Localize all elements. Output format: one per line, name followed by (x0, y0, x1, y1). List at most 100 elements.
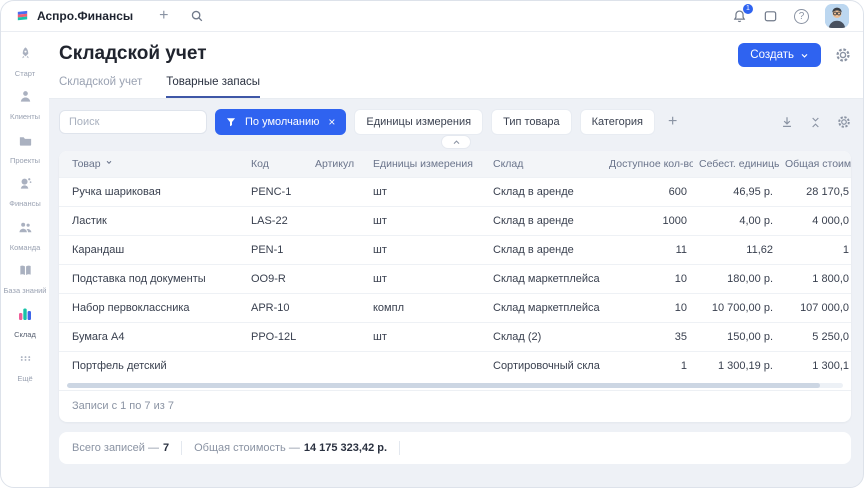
cell-unit-cost: 10 700,00 р. (693, 302, 779, 314)
filter-chip-category[interactable]: Категория (580, 109, 655, 135)
cell-qty: 1 (603, 360, 693, 372)
summary-divider (181, 441, 182, 455)
warehouse-icon (17, 306, 33, 327)
column-header-unit-cost[interactable]: Себест. единицы (693, 158, 779, 170)
cell-qty: 10 (603, 302, 693, 314)
chevron-down-icon (800, 51, 809, 60)
tab-warehouse-accounting[interactable]: Складской учет (59, 76, 142, 98)
sidebar-item-warehouse[interactable]: Склад (1, 306, 49, 339)
finance-icon (18, 176, 33, 196)
topbar: Аспро.Финансы + 1 ? (1, 1, 863, 32)
cell-warehouse: Склад маркетплейса (487, 273, 603, 285)
chevron-up-icon (452, 138, 461, 147)
add-icon[interactable]: + (159, 8, 168, 24)
sidebar-item-start[interactable]: Старт (1, 46, 49, 78)
cell-total-cost: 1 800,0 (779, 273, 851, 285)
cell-unit-cost: 1 300,19 р. (693, 360, 779, 372)
column-header-unit[interactable]: Единицы измерения (367, 158, 487, 170)
table-settings-gear-icon[interactable] (837, 115, 851, 129)
sort-chevron-icon[interactable] (105, 158, 113, 166)
cell-total-cost: 5 250,0 (779, 331, 851, 343)
search-input[interactable] (59, 110, 207, 134)
sidebar-item-label: База знаний (4, 286, 47, 295)
sidebar-item-label: Клиенты (10, 112, 40, 121)
scrollbar-thumb[interactable] (67, 383, 820, 388)
column-header-code[interactable]: Код (245, 158, 309, 170)
add-filter-icon[interactable]: + (668, 113, 677, 131)
cell-product: Карандаш (59, 244, 245, 256)
filter-chip-product-type[interactable]: Тип товара (491, 109, 572, 135)
total-records: Всего записей —7 (72, 442, 169, 454)
inventory-table-card: Товар Код Артикул Единицы измерения Скла… (59, 151, 851, 422)
cell-unit: шт (367, 273, 487, 285)
filter-chip-units[interactable]: Единицы измерения (354, 109, 483, 135)
clients-icon (18, 89, 33, 109)
cell-qty: 11 (603, 244, 693, 256)
remove-filter-icon[interactable]: × (328, 115, 335, 129)
app-window: Аспро.Финансы + 1 ? Старт (0, 0, 864, 488)
total-records-value: 7 (163, 442, 169, 454)
page-title: Складской учет (59, 43, 207, 65)
knowledge-base-icon (18, 263, 33, 283)
cell-warehouse: Склад (2) (487, 331, 603, 343)
cell-code: PENC-1 (245, 186, 309, 198)
search-icon[interactable] (190, 9, 204, 23)
sidebar-item-projects[interactable]: Проекты (1, 133, 49, 165)
sidebar-item-clients[interactable]: Клиенты (1, 89, 49, 121)
create-button[interactable]: Создать (738, 43, 821, 67)
cell-product: Подставка под документы (59, 273, 245, 285)
table-row[interactable]: Портфель детский Сортировочный скла 1 1 … (59, 351, 851, 380)
tabs: Складской учет Товарные запасы (59, 76, 851, 98)
total-cost-label: Общая стоимость — (194, 442, 300, 454)
table-header-row: Товар Код Артикул Единицы измерения Скла… (59, 151, 851, 177)
cell-unit: шт (367, 244, 487, 256)
chat-icon[interactable] (763, 9, 778, 24)
column-header-total-cost[interactable]: Общая стоим (779, 158, 851, 170)
cell-warehouse: Склад в аренде (487, 215, 603, 227)
sidebar-item-knowledge-base[interactable]: База знаний (1, 263, 49, 295)
tab-inventory[interactable]: Товарные запасы (166, 76, 260, 98)
settings-gear-icon[interactable] (835, 47, 851, 63)
table-row[interactable]: Подставка под документы OO9-R шт Склад м… (59, 264, 851, 293)
records-info: Записи с 1 по 7 из 7 (59, 390, 851, 422)
avatar[interactable] (825, 4, 849, 28)
cell-product: Ручка шариковая (59, 186, 245, 198)
cell-total-cost: 28 170,5 (779, 186, 851, 198)
notifications-bell-icon[interactable]: 1 (732, 9, 747, 24)
collapse-filters-button[interactable] (441, 135, 471, 149)
cell-code: OO9-R (245, 273, 309, 285)
cell-unit-cost: 46,95 р. (693, 186, 779, 198)
table-row[interactable]: Набор первоклассника APR-10 компл Склад … (59, 293, 851, 322)
funnel-icon (226, 117, 236, 127)
summary-divider (399, 441, 400, 455)
sidebar-item-finance[interactable]: Финансы (1, 176, 49, 208)
column-header-product[interactable]: Товар (59, 158, 245, 170)
app-name: Аспро.Финансы (37, 9, 133, 23)
cell-unit-cost: 4,00 р. (693, 215, 779, 227)
table-row[interactable]: Карандаш PEN-1 шт Склад в аренде 11 11,6… (59, 235, 851, 264)
table-row[interactable]: Бумага А4 PPO-12L шт Склад (2) 35 150,00… (59, 322, 851, 351)
horizontal-scrollbar[interactable] (67, 383, 843, 388)
column-header-warehouse[interactable]: Склад (487, 158, 603, 170)
table-row[interactable]: Ручка шариковая PENC-1 шт Склад в аренде… (59, 177, 851, 206)
cell-qty: 10 (603, 273, 693, 285)
create-button-label: Создать (750, 49, 794, 61)
table-row[interactable]: Ластик LAS-22 шт Склад в аренде 1000 4,0… (59, 206, 851, 235)
column-header-qty[interactable]: Доступное кол-во (603, 158, 693, 170)
cell-unit-cost: 180,00 р. (693, 273, 779, 285)
sidebar-item-label: Старт (15, 69, 35, 78)
cell-unit: шт (367, 186, 487, 198)
download-icon[interactable] (780, 115, 794, 129)
cell-total-cost: 4 000,0 (779, 215, 851, 227)
sidebar-item-label: Команда (10, 243, 41, 252)
notification-badge: 1 (743, 4, 753, 14)
cell-warehouse: Склад маркетплейса (487, 302, 603, 314)
sidebar-item-label: Ещё (17, 374, 32, 383)
sidebar-item-team[interactable]: Команда (1, 220, 49, 252)
active-filter-chip[interactable]: По умолчанию × (215, 109, 346, 135)
more-dots-icon (18, 351, 33, 371)
help-icon[interactable]: ? (794, 9, 809, 24)
column-header-article[interactable]: Артикул (309, 158, 367, 170)
sidebar-item-more[interactable]: Ещё (1, 351, 49, 383)
collapse-icon[interactable] (809, 116, 822, 129)
